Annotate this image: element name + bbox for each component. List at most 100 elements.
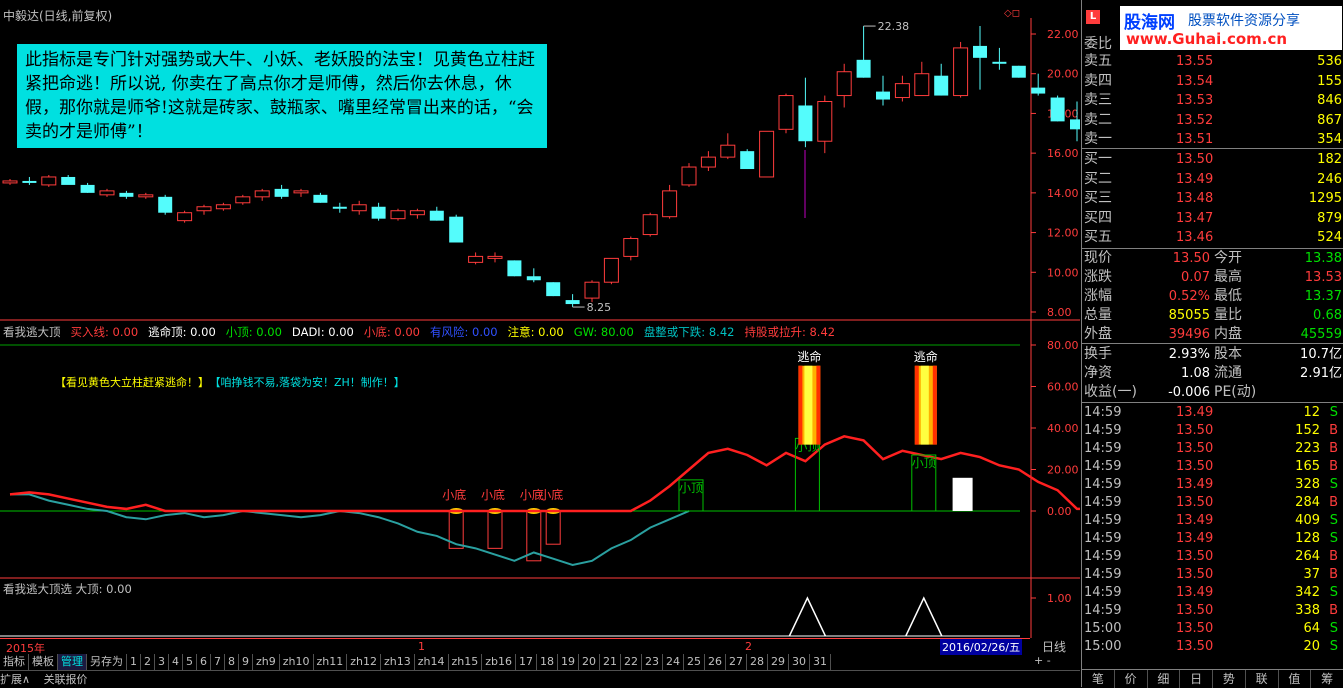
bottom-tab[interactable]: 25 xyxy=(684,654,706,670)
price-tick-label: 8.00 xyxy=(1047,306,1072,319)
ask-row[interactable]: 卖一 13.51 354 xyxy=(1084,130,1342,149)
bottom-tab[interactable]: 另存为 xyxy=(87,654,127,670)
candle-body xyxy=(371,206,386,219)
bottom-tab[interactable]: zh10 xyxy=(280,654,314,670)
bottom-tab[interactable]: 7 xyxy=(211,654,225,670)
bottom-tab[interactable]: 2 xyxy=(141,654,155,670)
tick-s: S xyxy=(1329,477,1338,492)
panel-tab[interactable]: 价 xyxy=(1115,670,1148,688)
bottom-tab[interactable]: 31 xyxy=(810,654,832,670)
bottom-tab[interactable]: 27 xyxy=(726,654,748,670)
ask-row[interactable]: 卖五 13.55 536 xyxy=(1084,52,1342,71)
panel-tab[interactable]: 细 xyxy=(1148,670,1181,688)
status-linked-quote[interactable]: 关联报价 xyxy=(44,673,88,686)
bid-row[interactable]: 买四 13.47 879 xyxy=(1084,209,1342,228)
panel-tab[interactable]: 笔 xyxy=(1082,670,1115,688)
tick-t: 14:59 xyxy=(1084,477,1122,492)
bottom-tab[interactable]: zh14 xyxy=(415,654,449,670)
diamond-icon[interactable]: ◇◻ xyxy=(1004,8,1020,19)
tick-row: 14:59 13.49 328 S xyxy=(1084,476,1342,494)
panel-tab[interactable]: 日 xyxy=(1180,670,1213,688)
candle-body xyxy=(798,105,813,142)
panel-tab[interactable]: 联 xyxy=(1246,670,1279,688)
bid-row[interactable]: 买一 13.50 182 xyxy=(1084,150,1342,169)
bid-row[interactable]: 买五 13.46 524 xyxy=(1084,228,1342,247)
bid-row-vol: 182 xyxy=(1317,152,1342,167)
bid-row-vol: 879 xyxy=(1317,210,1342,226)
indicator-message: 【看见黄色大立柱赶紧逃命！】 xyxy=(55,376,209,389)
status-expand[interactable]: 扩展∧ xyxy=(0,673,30,686)
tick-t: 15:00 xyxy=(1084,639,1122,654)
bottom-tab[interactable]: zh15 xyxy=(449,654,483,670)
period-label[interactable]: 日线 xyxy=(1042,638,1066,655)
tick-v: 328 xyxy=(1295,477,1320,492)
bottom-tab[interactable]: zh13 xyxy=(381,654,415,670)
bottom-tab[interactable]: 23 xyxy=(642,654,664,670)
candle-body xyxy=(196,206,212,212)
bottom-tab[interactable]: 8 xyxy=(225,654,239,670)
tick-t: 14:59 xyxy=(1084,585,1122,600)
bottom-tab[interactable]: 22 xyxy=(621,654,643,670)
escape-bar-edge xyxy=(798,365,803,445)
bottom-tab[interactable]: zh11 xyxy=(314,654,348,670)
l-icon[interactable]: L xyxy=(1086,10,1100,24)
bid-row[interactable]: 买三 13.48 1295 xyxy=(1084,189,1342,208)
bottom-tab[interactable]: 5 xyxy=(183,654,197,670)
bottom-tab[interactable]: zh12 xyxy=(347,654,381,670)
panel-tab[interactable]: 势 xyxy=(1213,670,1246,688)
info-row-k2: 今开 xyxy=(1214,250,1242,266)
bottom-tab[interactable]: 9 xyxy=(239,654,253,670)
candle-body xyxy=(1070,119,1080,130)
tick-s: S xyxy=(1329,531,1338,546)
bottom-tab[interactable]: 26 xyxy=(705,654,727,670)
candle-body xyxy=(390,210,406,220)
candle-body xyxy=(409,210,425,216)
tick-s: B xyxy=(1329,567,1338,582)
bottom-tab[interactable]: 28 xyxy=(747,654,769,670)
ask-row[interactable]: 卖二 13.52 867 xyxy=(1084,111,1342,130)
ind-tick-label: 80.00 xyxy=(1047,339,1079,352)
bottom-tab[interactable]: 20 xyxy=(579,654,601,670)
bottom-tab[interactable]: 管理 xyxy=(58,654,87,670)
info-row: 现价 13.50 今开 13.38 xyxy=(1084,249,1342,268)
candle-body xyxy=(953,47,969,97)
bottom-tab[interactable]: zh9 xyxy=(253,654,280,670)
tick-s: B xyxy=(1329,549,1338,564)
bottom-tab[interactable]: 4 xyxy=(169,654,183,670)
bottom-tab[interactable]: 24 xyxy=(663,654,685,670)
bid-row-price: 13.46 xyxy=(1176,230,1214,245)
bottom-tab[interactable]: 19 xyxy=(558,654,580,670)
info-row-v1: 85055 xyxy=(1168,308,1210,323)
panel-tab[interactable]: 值 xyxy=(1279,670,1312,688)
ask-row-vol: 354 xyxy=(1317,132,1342,147)
info-row: 涨幅 0.52% 最低 13.37 xyxy=(1084,287,1342,306)
bottom-tab[interactable]: 指标 xyxy=(0,654,29,670)
ask-row[interactable]: 卖三 13.53 846 xyxy=(1084,91,1342,110)
ask-row-lab: 卖四 xyxy=(1084,72,1112,89)
bottom-tab[interactable]: 3 xyxy=(155,654,169,670)
panel-tab[interactable]: 筹 xyxy=(1311,670,1343,688)
bottom-tab[interactable]: 1 xyxy=(127,654,141,670)
top-signal-triangle xyxy=(905,596,943,637)
zoom-controls[interactable]: + - xyxy=(1034,654,1051,667)
hold-bar xyxy=(952,477,973,511)
escape-bar-edge xyxy=(816,365,821,445)
bottom-tab[interactable]: 模板 xyxy=(29,654,58,670)
bottom-tab[interactable]: 6 xyxy=(197,654,211,670)
ask-row[interactable]: 卖四 13.54 155 xyxy=(1084,72,1342,91)
bottom-tab[interactable]: 17 xyxy=(516,654,538,670)
candle-body xyxy=(22,180,37,183)
bottom-tab[interactable]: 29 xyxy=(768,654,790,670)
candle-body xyxy=(487,255,503,259)
ask-row-lab: 卖一 xyxy=(1084,131,1112,147)
indicator-value: 持股或拉升: 8.42 xyxy=(744,325,836,339)
tick-row: 14:59 13.50 284 B xyxy=(1084,494,1342,512)
bottom-tab[interactable]: zb16 xyxy=(482,654,517,670)
bid-row[interactable]: 买二 13.49 246 xyxy=(1084,170,1342,189)
bottom-tab[interactable]: 21 xyxy=(600,654,622,670)
bottom-tab[interactable]: 18 xyxy=(537,654,559,670)
chart-area[interactable]: 22.0020.0018.0016.0014.0012.0010.008.002… xyxy=(0,0,1080,687)
bottom-tab[interactable]: 30 xyxy=(789,654,811,670)
ask-row-lab: 卖三 xyxy=(1084,92,1112,108)
indicator-name: 看我逃大顶 xyxy=(3,325,61,339)
